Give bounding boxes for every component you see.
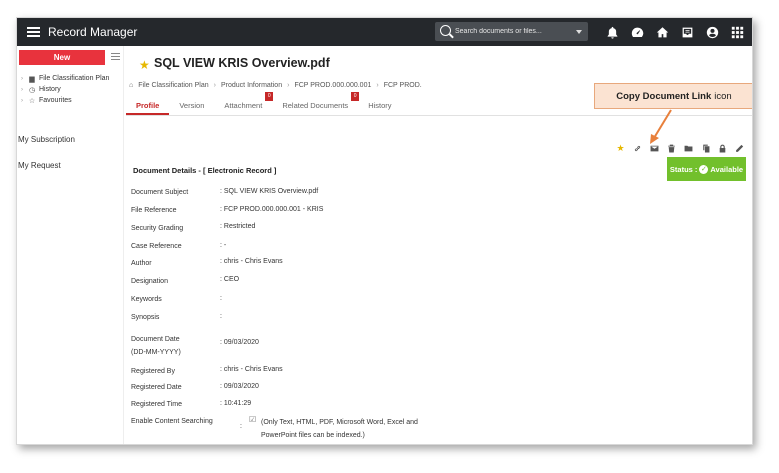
field-label: Keywords (131, 296, 162, 303)
app-grid-icon[interactable] (730, 25, 744, 39)
move-folder-icon[interactable] (683, 143, 694, 154)
field-value: : chris - Chris Evans (220, 258, 283, 265)
breadcrumb-separator: › (213, 82, 216, 89)
home-icon[interactable] (655, 25, 669, 39)
field-label: Registered Time (131, 401, 182, 408)
field-label: Author (131, 260, 152, 267)
sidebar-item-file-classification-plan[interactable]: › ▆ File Classification Plan (21, 73, 109, 84)
tab-label: Version (179, 101, 205, 110)
favourite-star-icon[interactable]: ★ (139, 58, 150, 72)
breadcrumb-item[interactable]: File Classification Plan (138, 82, 208, 89)
search-input[interactable] (455, 24, 570, 39)
field-label: Registered Date (131, 384, 182, 391)
field-label: Document Date (DD-MM-YYYY) (131, 336, 181, 356)
tab-profile[interactable]: Profile (126, 95, 170, 115)
bell-icon[interactable] (605, 25, 619, 39)
breadcrumb-item[interactable]: FCP PROD.000.000.001 (294, 82, 371, 89)
tab-label: History (368, 101, 392, 110)
field-value: : FCP PROD.000.000.001 - KRIS (220, 206, 324, 213)
field-label: Synopsis (131, 314, 160, 321)
field-value: : - (220, 242, 227, 249)
breadcrumb-item[interactable]: FCP PROD. (384, 82, 422, 89)
sidebar-item-label: File Classification Plan (39, 75, 110, 82)
sidebar-item-favourites[interactable]: › ☆ Favourites (21, 95, 109, 106)
copy-icon[interactable] (700, 143, 711, 154)
sidebar-tree: › ▆ File Classification Plan › ◷ History… (21, 73, 109, 106)
link-icon[interactable] (632, 143, 643, 154)
hamburger-menu-icon[interactable] (27, 27, 40, 37)
sidebar-link-my-subscription[interactable]: My Subscription (18, 135, 75, 144)
tab-label: Profile (136, 101, 160, 110)
star-outline-icon: ☆ (28, 97, 36, 105)
chevron-right-icon[interactable]: › (21, 87, 25, 93)
field-value: : 09/03/2020 (220, 339, 259, 346)
callout-bold-text: Copy Document Link (616, 90, 712, 102)
breadcrumb: ⌂ File Classification Plan › Product Inf… (129, 82, 422, 89)
field-label: Case Reference (131, 243, 182, 250)
status-badge: Status : ✓ Available (667, 157, 746, 181)
sidebar-item-label: History (39, 86, 61, 93)
section-title: Document Details - [ Electronic Record ] (133, 166, 277, 175)
field-value: : chris - Chris Evans (220, 366, 283, 373)
field-label: Document Subject (131, 189, 189, 196)
field-value: : Restricted (220, 223, 256, 230)
dashboard-gauge-icon[interactable] (630, 25, 644, 39)
folder-icon: ▆ (29, 75, 35, 83)
field-value: : (220, 313, 222, 320)
new-button[interactable]: New (19, 50, 105, 65)
filter-settings-icon[interactable] (111, 53, 120, 62)
home-icon[interactable]: ⌂ (129, 82, 133, 89)
app-window: Record Manager Search documents or files… (16, 17, 753, 445)
check-circle-icon: ✓ (699, 164, 709, 174)
inbox-icon[interactable] (680, 25, 694, 39)
tab-attachment[interactable]: Attachment 0 (214, 92, 274, 115)
callout-arrow-icon (650, 109, 672, 144)
tab-related-documents[interactable]: Related Documents 0 (272, 92, 360, 115)
search-icon (440, 25, 451, 36)
status-value: Available (710, 164, 744, 174)
field-label: Security Grading (131, 225, 184, 232)
favourite-star-icon[interactable]: ★ (615, 143, 626, 154)
search-dropdown-icon[interactable] (576, 30, 582, 34)
tab-label: Attachment (224, 101, 263, 110)
field-value: : (220, 295, 222, 302)
top-bar: Record Manager (17, 18, 752, 46)
content-search-note: (Only Text, HTML, PDF, Microsoft Word, E… (261, 419, 418, 439)
user-account-icon[interactable] (705, 25, 719, 39)
status-prefix: Status : (669, 164, 698, 174)
sidebar-item-history[interactable]: › ◷ History (21, 84, 109, 95)
tab-history[interactable]: History (358, 95, 401, 115)
tab-label: Related Documents (282, 101, 349, 110)
field-colon: : (240, 423, 242, 430)
breadcrumb-item[interactable]: Product Information (221, 82, 282, 89)
breadcrumb-separator: › (287, 82, 290, 89)
search-box[interactable] (435, 22, 588, 41)
document-title: SQL VIEW KRIS Overview.pdf (154, 56, 330, 70)
breadcrumb-separator: › (376, 82, 379, 89)
field-value: : CEO (220, 276, 240, 283)
field-label: Enable Content Searching (131, 418, 213, 425)
field-label: File Reference (131, 207, 177, 214)
top-icon-bar (605, 24, 744, 40)
document-action-bar: ★ (615, 143, 745, 154)
copy-document-link-callout: Copy Document Link icon (594, 83, 752, 109)
field-value: : 09/03/2020 (220, 383, 259, 390)
content-search-checkbox[interactable]: ☑ (249, 415, 256, 424)
app-title: Record Manager (48, 25, 138, 39)
tab-version[interactable]: Version (169, 95, 214, 115)
edit-pencil-icon[interactable] (734, 143, 745, 154)
clock-icon: ◷ (28, 86, 36, 94)
callout-text: icon (714, 90, 732, 102)
chevron-right-icon[interactable]: › (21, 98, 25, 104)
sidebar: New › ▆ File Classification Plan › ◷ His… (17, 46, 124, 444)
field-value: : 10:41:29 (220, 400, 252, 407)
sidebar-link-my-request[interactable]: My Request (18, 161, 61, 170)
sidebar-item-label: Favourites (39, 97, 72, 104)
lock-icon[interactable] (717, 143, 728, 154)
field-label: Registered By (131, 368, 175, 375)
chevron-right-icon[interactable]: › (21, 76, 25, 82)
field-label: Designation (131, 278, 168, 285)
field-value: : SQL VIEW KRIS Overview.pdf (220, 188, 319, 195)
